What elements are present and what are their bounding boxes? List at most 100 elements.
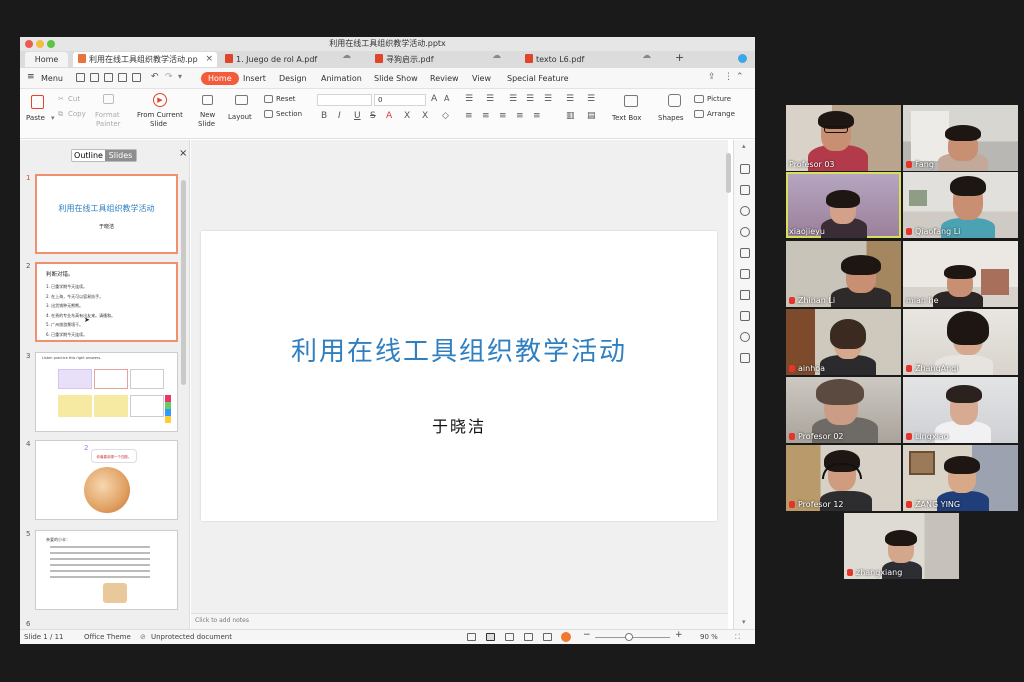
bold-icon[interactable]: B bbox=[321, 111, 327, 121]
text-box-icon[interactable] bbox=[624, 95, 638, 107]
video-tile[interactable]: Qiaofang Li bbox=[903, 172, 1018, 238]
underline-icon[interactable]: U bbox=[354, 111, 361, 121]
resize-pane-icon[interactable] bbox=[740, 269, 750, 279]
tab-pdf-texto[interactable]: texto L6.pdf bbox=[520, 52, 660, 67]
decrease-font-icon[interactable]: A bbox=[444, 94, 449, 103]
editor-scrollbar[interactable] bbox=[726, 153, 731, 193]
slide-title[interactable]: 利用在线工具组织教学活动 bbox=[201, 331, 717, 368]
justify-icon[interactable]: ≡ bbox=[516, 111, 524, 121]
text-shadow-icon[interactable]: ▤ bbox=[587, 111, 596, 121]
tab-pdf-xungou[interactable]: 寻狗启示.pdf bbox=[370, 52, 510, 67]
new-slide-label-2[interactable]: Slide bbox=[198, 120, 215, 128]
cut-icon[interactable]: ✂ bbox=[58, 95, 64, 103]
subscript-icon[interactable]: X bbox=[422, 111, 428, 121]
decrease-indent-icon[interactable]: ☰ bbox=[509, 94, 517, 104]
paste-dropdown-icon[interactable]: ▾ bbox=[51, 114, 55, 122]
slide-thumbnail-3[interactable]: Listen practice this right answers. bbox=[35, 352, 178, 432]
video-tile[interactable]: ZANG YING bbox=[903, 445, 1018, 511]
from-current-label-2[interactable]: Slide bbox=[150, 120, 167, 128]
paste-icon[interactable] bbox=[31, 95, 44, 109]
zoom-level[interactable]: 90 % bbox=[700, 633, 718, 641]
close-panel-icon[interactable]: × bbox=[179, 148, 187, 159]
zoom-slider-thumb[interactable] bbox=[625, 633, 633, 641]
download-pane-icon[interactable] bbox=[740, 227, 750, 237]
fit-window-icon[interactable]: ⛶ bbox=[735, 633, 740, 642]
export-icon[interactable] bbox=[104, 73, 113, 82]
copy-icon[interactable]: ⧉ bbox=[58, 110, 63, 119]
reset-icon[interactable] bbox=[264, 95, 273, 103]
line-spacing-icon[interactable]: ☰ bbox=[544, 94, 552, 104]
arrange-button[interactable]: Arrange bbox=[707, 110, 735, 118]
share-icon[interactable]: ⇪ bbox=[708, 72, 716, 82]
video-tile[interactable]: Lingxiao bbox=[903, 377, 1018, 443]
shape-pane-icon[interactable] bbox=[740, 290, 750, 300]
video-tile[interactable]: Fang bbox=[903, 105, 1018, 171]
shapes-icon[interactable] bbox=[668, 94, 681, 107]
hamburger-icon[interactable]: ≡ bbox=[27, 72, 35, 82]
menu-item-slide-show[interactable]: Slide Show bbox=[374, 72, 418, 85]
distribute-icon[interactable]: ≡ bbox=[533, 111, 541, 121]
from-current-label-1[interactable]: From Current bbox=[137, 111, 183, 119]
section-icon[interactable] bbox=[264, 110, 273, 118]
text-box-button[interactable]: Text Box bbox=[612, 114, 641, 122]
video-tile[interactable]: Zhinan Li bbox=[786, 241, 901, 307]
new-slide-icon[interactable] bbox=[202, 95, 213, 105]
slide-thumbnail-4[interactable]: 你最喜欢哪一个四肢。 2 bbox=[35, 440, 178, 520]
menu-item-review[interactable]: Review bbox=[430, 72, 459, 85]
history-pane-icon[interactable] bbox=[740, 332, 750, 342]
new-tab-icon[interactable]: + bbox=[675, 51, 684, 64]
undo-icon[interactable]: ↶ bbox=[151, 72, 159, 82]
layout-icon[interactable] bbox=[235, 95, 248, 105]
customize-quick-access-icon[interactable]: ▾ bbox=[178, 72, 182, 81]
more-icon[interactable]: ⋮ bbox=[724, 72, 733, 82]
settings-pane-icon[interactable] bbox=[740, 311, 750, 321]
superscript-icon[interactable]: X bbox=[404, 111, 410, 121]
font-name-combo[interactable] bbox=[317, 94, 372, 106]
menu-button[interactable]: Menu bbox=[41, 72, 63, 85]
notes-field[interactable]: Click to add notes bbox=[191, 613, 728, 629]
video-tile-active-speaker[interactable]: xiaojieyu bbox=[786, 172, 901, 238]
slide-author[interactable]: 于晓洁 bbox=[201, 413, 717, 437]
shapes-button[interactable]: Shapes bbox=[658, 114, 684, 122]
menu-item-animation[interactable]: Animation bbox=[321, 72, 362, 85]
theme-name[interactable]: Office Theme bbox=[84, 633, 131, 641]
video-tile[interactable]: zhangxiang bbox=[844, 513, 959, 579]
picture-button[interactable]: Picture bbox=[707, 95, 731, 103]
play-slideshow-icon[interactable] bbox=[561, 632, 571, 642]
reading-view-icon[interactable] bbox=[524, 633, 533, 641]
menu-item-insert[interactable]: Insert bbox=[243, 72, 266, 85]
numbering-icon[interactable]: ☰ bbox=[486, 94, 494, 104]
menu-item-view[interactable]: View bbox=[472, 72, 491, 85]
tab-slides[interactable]: Slides bbox=[105, 150, 136, 161]
increase-indent-icon[interactable]: ☰ bbox=[526, 94, 534, 104]
video-tile[interactable]: mian he bbox=[903, 241, 1018, 307]
menu-item-special-feature[interactable]: Special Feature bbox=[507, 72, 569, 85]
new-slide-label-1[interactable]: New bbox=[200, 111, 215, 119]
font-size-combo[interactable]: 0 bbox=[374, 94, 426, 106]
columns-icon[interactable]: ▥ bbox=[566, 111, 575, 121]
reset-button[interactable]: Reset bbox=[276, 95, 296, 103]
slide-thumbnail-1[interactable]: 利用在线工具组织教学活动 于晓洁 bbox=[35, 174, 178, 254]
layout-button[interactable]: Layout bbox=[228, 113, 252, 121]
scroll-up-icon[interactable]: ▴ bbox=[742, 142, 746, 150]
video-tile[interactable]: ZhangAnqi bbox=[903, 309, 1018, 375]
style-pane-icon[interactable] bbox=[740, 164, 750, 174]
align-text-icon[interactable]: ☰ bbox=[587, 94, 595, 104]
copy-button[interactable]: Copy bbox=[68, 110, 86, 118]
notes-toggle-icon[interactable] bbox=[467, 633, 476, 641]
tab-outline[interactable]: Outline bbox=[72, 150, 105, 161]
video-tile[interactable]: Profesor 03 bbox=[786, 105, 901, 171]
tab-current-pptx[interactable]: 利用在线工具组织教学活动.pp × bbox=[73, 52, 217, 67]
panel-scrollbar[interactable] bbox=[181, 180, 186, 385]
align-left-icon[interactable]: ≡ bbox=[465, 111, 473, 121]
zoom-out-icon[interactable]: − bbox=[583, 630, 591, 640]
redo-icon[interactable]: ↷ bbox=[165, 72, 173, 82]
cut-button[interactable]: Cut bbox=[68, 95, 80, 103]
collapse-ribbon-icon[interactable]: ⌃ bbox=[736, 72, 744, 82]
tab-pdf-juego[interactable]: 1. Juego de rol A.pdf bbox=[220, 52, 360, 67]
menu-item-design[interactable]: Design bbox=[279, 72, 307, 85]
format-painter-icon[interactable] bbox=[103, 94, 114, 104]
align-right-icon[interactable]: ≡ bbox=[499, 111, 507, 121]
font-color-icon[interactable]: A bbox=[386, 111, 392, 121]
slide-sorter-icon[interactable] bbox=[505, 633, 514, 641]
